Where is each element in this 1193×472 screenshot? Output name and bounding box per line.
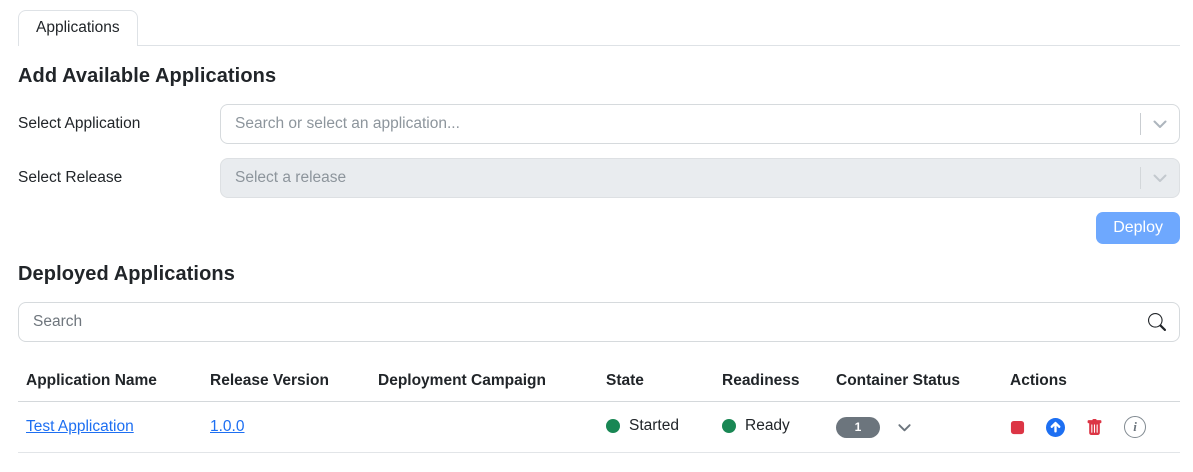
- container-status-cell: 1: [836, 416, 994, 438]
- container-count-badge: 1: [836, 416, 880, 438]
- readiness-status: Ready: [722, 417, 790, 435]
- deployed-applications-title: Deployed Applications: [18, 263, 235, 285]
- state-green-dot-icon: [606, 418, 620, 433]
- page: Applications Add Available Applications …: [0, 0, 1193, 453]
- header-readiness: Readiness: [714, 368, 828, 402]
- state-label: Started: [629, 416, 679, 434]
- deploy-row: Deploy: [18, 212, 1180, 244]
- header-state: State: [598, 368, 714, 402]
- search-icon: [1135, 313, 1179, 331]
- deployment-campaign-cell: [370, 401, 598, 453]
- release-version-link[interactable]: 1.0.0: [210, 418, 244, 435]
- select-release-label: Select Release: [18, 169, 123, 186]
- upgrade-icon[interactable]: [1046, 417, 1065, 437]
- application-select-input[interactable]: [221, 105, 1140, 143]
- release-select-input: [221, 159, 1140, 197]
- actions-cell: i: [1010, 416, 1172, 438]
- readiness-label: Ready: [745, 416, 790, 434]
- header-release-version: Release Version: [202, 368, 370, 402]
- select-application-label: Select Application: [18, 115, 141, 132]
- info-circle-glyph: i: [1124, 416, 1146, 438]
- search-input[interactable]: [19, 303, 1135, 341]
- container-expand-chevron-icon[interactable]: [897, 420, 912, 435]
- application-select[interactable]: [220, 104, 1180, 144]
- application-name-link[interactable]: Test Application: [26, 418, 134, 435]
- stop-icon[interactable]: [1010, 420, 1025, 435]
- header-actions: Actions: [1002, 368, 1180, 402]
- tab-bar: Applications: [18, 10, 1180, 46]
- deployed-search[interactable]: [18, 302, 1180, 342]
- table-row: Test Application 1.0.0 Started Ready 1 i: [18, 401, 1180, 453]
- info-icon[interactable]: i: [1124, 416, 1146, 438]
- select-release-row: Select Release: [18, 158, 1180, 198]
- deploy-button[interactable]: Deploy: [1096, 212, 1180, 244]
- select-application-row: Select Application: [18, 104, 1180, 144]
- tab-applications[interactable]: Applications: [18, 10, 138, 46]
- table-header-row: Application Name Release Version Deploym…: [18, 368, 1180, 402]
- header-container-status: Container Status: [828, 368, 1002, 402]
- release-select: [220, 158, 1180, 198]
- deployed-applications-table: Application Name Release Version Deploym…: [18, 368, 1180, 453]
- add-available-applications-title: Add Available Applications: [18, 65, 277, 87]
- trash-icon[interactable]: [1086, 418, 1103, 436]
- chevron-down-icon: [1141, 159, 1179, 197]
- readiness-green-dot-icon: [722, 418, 736, 433]
- header-deployment-campaign: Deployment Campaign: [370, 368, 598, 402]
- chevron-down-icon[interactable]: [1141, 105, 1179, 143]
- header-application-name: Application Name: [18, 368, 202, 402]
- state-status: Started: [606, 417, 679, 435]
